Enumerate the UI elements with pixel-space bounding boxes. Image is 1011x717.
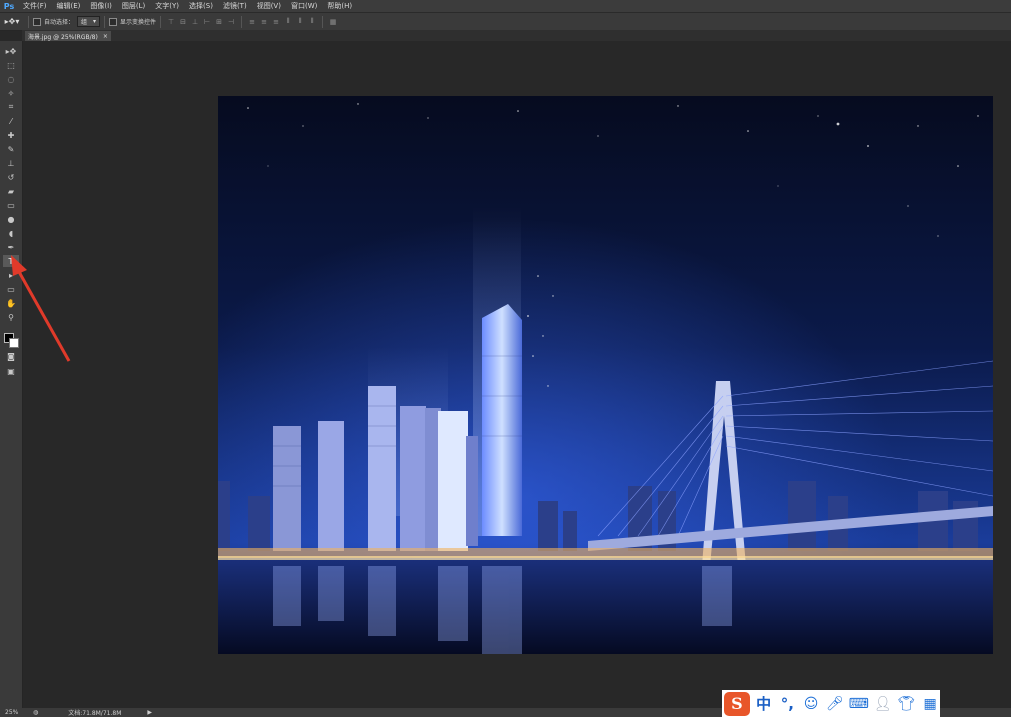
brush-tool-icon[interactable]: ✎ <box>3 143 19 155</box>
grid-icon[interactable]: ▦ <box>920 694 940 714</box>
divider <box>104 15 106 28</box>
align-hcenter-icon[interactable]: ⊞ <box>215 18 223 26</box>
document-size: 文档:71.8M/71.8M <box>68 710 122 717</box>
move-tool-icon[interactable]: ▸✥ <box>3 45 19 57</box>
shape-tool-icon[interactable]: ▭ <box>3 283 19 295</box>
chevron-down-icon: ▾ <box>93 18 97 25</box>
auto-select-value: 组 <box>81 19 88 26</box>
menu-window[interactable]: 窗口(W) <box>286 1 322 11</box>
distribute-vcenter-icon[interactable]: ≡ <box>260 18 268 26</box>
lasso-tool-icon[interactable]: ◌ <box>3 73 19 85</box>
menu-bar: Ps 文件(F) 编辑(E) 图像(I) 图层(L) 文字(Y) 选择(S) 滤… <box>0 0 1011 12</box>
eraser-tool-icon[interactable]: ▰ <box>3 185 19 197</box>
eyedropper-tool-icon[interactable]: ⁄ <box>3 115 19 127</box>
divider <box>160 15 162 28</box>
shirt-icon[interactable]: 👕︎ <box>897 694 917 714</box>
healing-brush-tool-icon[interactable]: ✚ <box>3 129 19 141</box>
emoji-icon[interactable]: ☺ <box>801 694 821 714</box>
menu-view[interactable]: 视图(V) <box>252 1 286 11</box>
status-info-icon: ◍ <box>33 709 39 716</box>
align-vcenter-icon[interactable]: ⊟ <box>179 18 187 26</box>
options-bar: ▸✥▾ 自动选择： 组 ▾ 显示变换控件 ⊤ ⊟ ⊥ ⊢ ⊞ ⊣ ≡ ≡ ≡ ⦀… <box>0 12 1011 31</box>
divider <box>28 15 29 28</box>
mic-icon[interactable]: 🎤︎ <box>825 694 845 714</box>
ime-punctuation-toggle[interactable]: °, <box>777 694 797 714</box>
menu-edit[interactable]: 编辑(E) <box>52 1 86 11</box>
distribute-right-icon[interactable]: ⦀ <box>308 17 316 26</box>
status-menu-arrow-icon[interactable]: ▶ <box>147 709 152 716</box>
menu-image[interactable]: 图像(I) <box>85 1 117 11</box>
app-logo: Ps <box>3 1 15 11</box>
screen-mode-icon[interactable]: ▣ <box>3 365 19 377</box>
menu-select[interactable]: 选择(S) <box>184 1 218 11</box>
align-top-icon[interactable]: ⊤ <box>167 18 175 26</box>
zoom-tool-icon[interactable]: ⚲ <box>3 311 19 323</box>
history-brush-tool-icon[interactable]: ↺ <box>3 171 19 183</box>
align-left-icon[interactable]: ⊢ <box>203 18 211 26</box>
menu-file[interactable]: 文件(F) <box>18 1 52 11</box>
quick-select-tool-icon[interactable]: ✧ <box>3 87 19 99</box>
document-tab-bar: 海景.jpg @ 25%(RGB/8) × <box>22 30 1011 41</box>
marquee-tool-icon[interactable]: ⬚ <box>3 59 19 71</box>
dodge-tool-icon[interactable]: ◖ <box>3 227 19 239</box>
type-tool-icon[interactable]: T <box>3 255 19 267</box>
ime-toolbar: S 中 °, ☺ 🎤︎ ⌨ 👤︎ 👕︎ ▦ <box>722 690 940 717</box>
night-city-image <box>218 96 993 654</box>
menu-help[interactable]: 帮助(H) <box>322 1 357 11</box>
document-tab[interactable]: 海景.jpg @ 25%(RGB/8) × <box>25 31 111 41</box>
hand-tool-icon[interactable]: ✋ <box>3 297 19 309</box>
background-color-swatch[interactable] <box>9 338 19 348</box>
distribute-left-icon[interactable]: ⦀ <box>284 17 292 26</box>
keyboard-icon[interactable]: ⌨ <box>849 694 869 714</box>
align-bottom-icon[interactable]: ⊥ <box>191 18 199 26</box>
tools-panel: ▸✥ ⬚ ◌ ✧ ⌗ ⁄ ✚ ✎ ⊥ ↺ ▰ ▭ ● ◖ ✒ T ▸ ▭ ✋ ⚲… <box>0 41 23 708</box>
crop-tool-icon[interactable]: ⌗ <box>3 101 19 113</box>
auto-select-label: 自动选择： <box>44 19 75 26</box>
auto-align-icon[interactable]: ▦ <box>329 18 337 26</box>
menu-layer[interactable]: 图层(L) <box>117 1 150 11</box>
menu-filter[interactable]: 滤镜(T) <box>218 1 252 11</box>
show-transform-label: 显示变换控件 <box>120 19 157 26</box>
ime-logo[interactable]: S <box>724 691 750 716</box>
distribute-hcenter-icon[interactable]: ⦀ <box>296 17 304 26</box>
show-transform-checkbox[interactable] <box>109 17 118 26</box>
gradient-tool-icon[interactable]: ▭ <box>3 199 19 211</box>
divider <box>322 15 324 28</box>
clone-stamp-tool-icon[interactable]: ⊥ <box>3 157 19 169</box>
ime-language-toggle[interactable]: 中 <box>754 694 774 714</box>
user-icon[interactable]: 👤︎ <box>873 694 893 714</box>
distribute-bottom-icon[interactable]: ≡ <box>272 18 280 26</box>
divider <box>241 15 243 28</box>
move-tool-preset-icon[interactable]: ▸✥▾ <box>0 17 24 26</box>
blur-tool-icon[interactable]: ● <box>3 213 19 225</box>
close-icon[interactable]: × <box>103 33 108 40</box>
menu-type[interactable]: 文字(Y) <box>150 1 184 11</box>
document-tab-title: 海景.jpg @ 25%(RGB/8) <box>28 33 98 41</box>
align-right-icon[interactable]: ⊣ <box>227 18 235 26</box>
auto-select-dropdown[interactable]: 组 ▾ <box>77 16 101 27</box>
pen-tool-icon[interactable]: ✒ <box>3 241 19 253</box>
document-canvas[interactable] <box>218 96 993 654</box>
distribute-top-icon[interactable]: ≡ <box>248 18 256 26</box>
path-select-tool-icon[interactable]: ▸ <box>3 269 19 281</box>
zoom-level[interactable]: 25% <box>0 709 27 716</box>
auto-select-checkbox[interactable] <box>33 17 41 26</box>
quick-mask-icon[interactable]: ◙ <box>3 350 19 362</box>
